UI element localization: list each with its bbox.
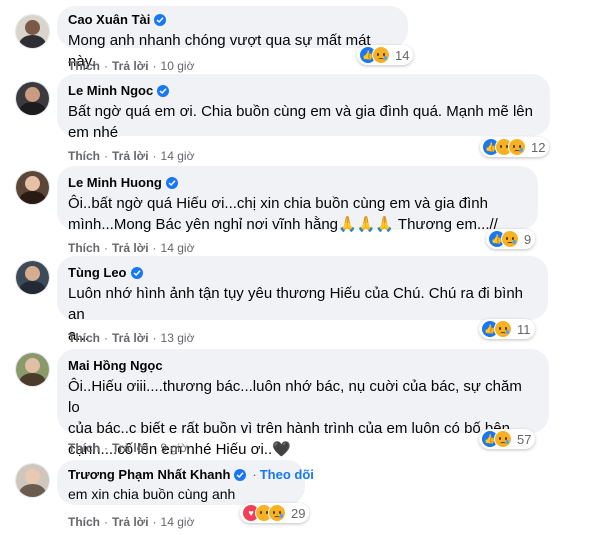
verified-badge-icon [157, 84, 170, 97]
reaction-count: 9 [524, 231, 532, 247]
reaction-count: 29 [291, 505, 306, 521]
like-link[interactable]: Thích [68, 331, 100, 345]
separator: · [152, 59, 157, 73]
sad-reaction-icon [508, 138, 526, 156]
comment-actions: Thích · Trả lời · 9 giờ [68, 441, 188, 455]
separator: · [152, 331, 157, 345]
reply-link[interactable]: Trả lời [112, 331, 149, 345]
reply-link[interactable]: Trả lời [112, 149, 149, 163]
comment-actions: Thích · Trả lời · 13 giờ [68, 331, 194, 345]
comment-time[interactable]: 13 giờ [161, 331, 195, 345]
sad-reaction-icon [268, 504, 286, 522]
separator: · [104, 241, 108, 255]
comment-bubble: Mai Hồng Ngọc Ôi..Hiếu ơiii....thương bá… [57, 349, 549, 458]
comment-time[interactable]: 10 giờ [161, 59, 195, 73]
reaction-summary[interactable]: 👍 9 [486, 229, 536, 249]
sad-reaction-icon [494, 320, 512, 338]
follow-link[interactable]: · Theo dõi [250, 467, 314, 482]
comment-bubble: Le Minh Ngoc Bất ngờ quá em ơi. Chia buồ… [57, 74, 550, 141]
sad-reaction-icon [501, 230, 519, 248]
comment-author[interactable]: Trương Phạm Nhất Khanh [68, 467, 230, 482]
verified-badge-icon [154, 13, 167, 26]
reaction-count: 12 [531, 139, 546, 155]
separator: · [104, 59, 108, 73]
sad-reaction-icon [372, 46, 390, 64]
comment-actions: Thích · Trả lời · 14 giờ [68, 515, 194, 529]
comment-actions: Thích · Trả lời · 14 giờ [68, 241, 194, 255]
reply-link[interactable]: Trả lời [112, 241, 149, 255]
reaction-count: 57 [517, 431, 532, 447]
separator: · [152, 149, 157, 163]
separator: · [152, 441, 157, 455]
like-link[interactable]: Thích [68, 515, 100, 529]
reaction-summary[interactable]: 👍 14 [357, 45, 414, 65]
comment-author[interactable]: Tùng Leo [68, 265, 127, 280]
reaction-summary[interactable]: ♥ 29 [240, 503, 310, 523]
like-link[interactable]: Thích [68, 59, 100, 73]
comment-author[interactable]: Mai Hồng Ngọc [68, 358, 163, 373]
separator: · [104, 441, 108, 455]
comment-author[interactable]: Le Minh Ngoc [68, 83, 153, 98]
comment-actions: Thích · Trả lời · 14 giờ [68, 149, 194, 163]
verified-badge-icon [130, 266, 143, 279]
reply-link[interactable]: Trả lời [112, 441, 149, 455]
reaction-count: 14 [395, 47, 410, 63]
reaction-summary[interactable]: 👍 12 [480, 137, 550, 157]
avatar[interactable] [15, 14, 50, 49]
reaction-summary[interactable]: 👍 57 [479, 429, 536, 449]
separator: · [152, 515, 157, 529]
separator: · [104, 149, 108, 163]
separator: · [104, 515, 108, 529]
reply-link[interactable]: Trả lời [112, 59, 149, 73]
comment-author[interactable]: Cao Xuân Tài [68, 12, 150, 27]
comment-time[interactable]: 14 giờ [161, 241, 195, 255]
comment-bubble: Cao Xuân Tài Mong anh nhanh chóng vượt q… [57, 6, 408, 70]
comment-bubble: Trương Phạm Nhất Khanh · Theo dõi em xin … [57, 460, 314, 505]
separator: · [104, 331, 108, 345]
verified-badge-icon [165, 176, 178, 189]
comment-text: Ôi..bất ngờ quá Hiếu ơi...chị xin chia b… [68, 195, 498, 233]
like-link[interactable]: Thích [68, 241, 100, 255]
avatar[interactable] [15, 260, 50, 295]
avatar[interactable] [15, 352, 50, 387]
comment-time[interactable]: 9 giờ [161, 441, 188, 455]
comment-text: Bất ngờ quá em ơi. Chia buồn cùng em và … [68, 103, 533, 141]
reply-link[interactable]: Trả lời [112, 515, 149, 529]
reaction-summary[interactable]: 👍 11 [479, 319, 535, 339]
comment-time[interactable]: 14 giờ [161, 149, 195, 163]
reaction-count: 11 [517, 321, 531, 337]
separator: · [252, 467, 257, 482]
comment-author[interactable]: Le Minh Huong [68, 175, 162, 190]
like-link[interactable]: Thích [68, 441, 100, 455]
like-link[interactable]: Thích [68, 149, 100, 163]
verified-badge-icon [234, 468, 247, 481]
sad-reaction-icon [494, 430, 512, 448]
comment-time[interactable]: 14 giờ [161, 515, 195, 529]
avatar[interactable] [15, 170, 50, 205]
avatar[interactable] [15, 463, 50, 498]
comment-text: em xin chia buồn cùng anh [68, 486, 236, 502]
comment-bubble: Tùng Leo Luôn nhớ hình ảnh tận tụy yêu t… [57, 256, 548, 344]
avatar[interactable] [15, 81, 50, 116]
comment-bubble: Le Minh Huong Ôi..bất ngờ quá Hiếu ơi...… [57, 166, 538, 233]
separator: · [152, 241, 157, 255]
comment-actions: Thích · Trả lời · 10 giờ [68, 59, 194, 73]
